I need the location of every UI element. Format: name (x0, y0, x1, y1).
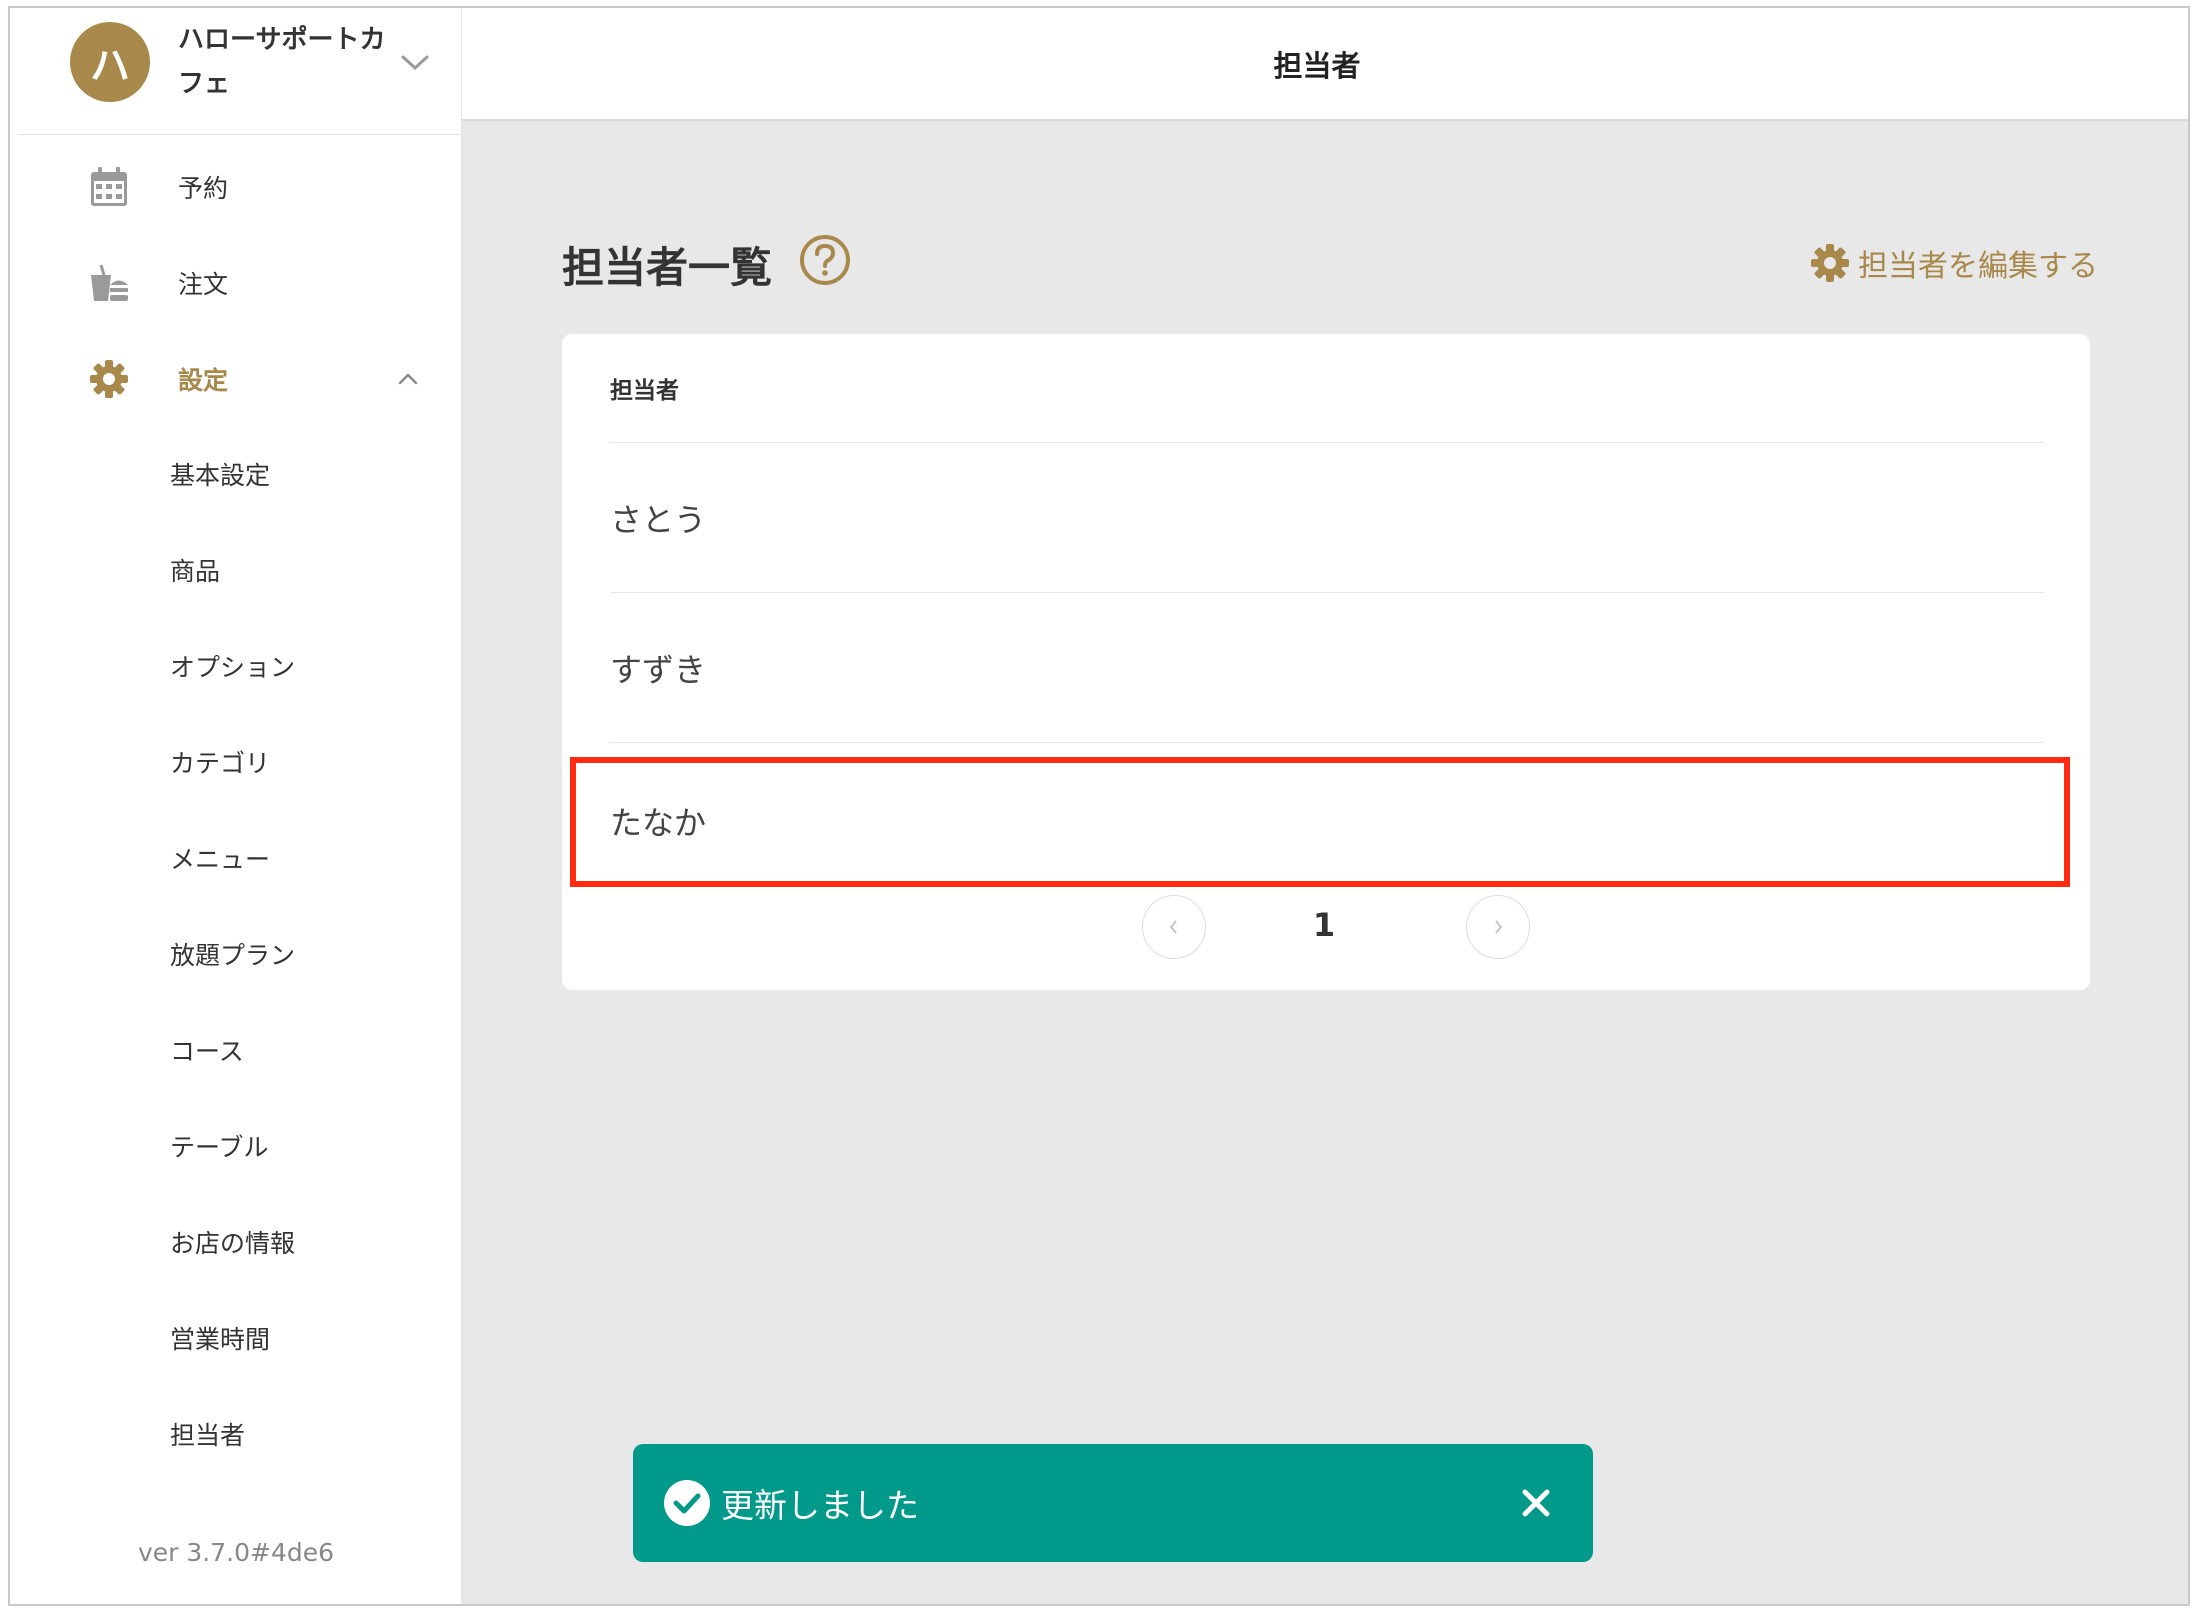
sidebar-item-label: 放題プラン (170, 941, 296, 970)
toast-message: 更新しました (721, 1486, 919, 1525)
check-circle-icon (664, 1480, 710, 1526)
sidebar-item-staff[interactable]: 担当者 (10, 1398, 462, 1470)
shop-name: ハローサポートカ フェ (178, 18, 408, 106)
header-title: 担当者 (1273, 48, 1361, 83)
page-title: 担当者一覧 (562, 243, 773, 292)
sidebar-item-label: 商品 (170, 557, 221, 586)
sidebar-item-label: 担当者 (170, 1421, 246, 1450)
help-icon[interactable] (798, 233, 852, 287)
chevron-down-icon[interactable] (398, 50, 432, 74)
edit-staff-label: 担当者を編集する (1858, 249, 2098, 284)
sidebar-item-options[interactable]: オプション (10, 630, 462, 702)
sidebar-item-shop-info[interactable]: お店の情報 (10, 1206, 462, 1278)
close-icon[interactable] (1519, 1486, 1553, 1520)
sidebar-item-business-hours[interactable]: 営業時間 (10, 1302, 462, 1374)
nav-item-order[interactable]: 注文 (10, 247, 462, 319)
table-row[interactable]: すずき (610, 593, 2044, 743)
shop-name-line1: ハローサポートカ (178, 25, 386, 55)
chevron-right-icon (1495, 920, 1503, 934)
nav-item-reservation[interactable]: 予約 (10, 151, 462, 223)
prev-page-button[interactable] (1142, 895, 1206, 959)
gear-icon (1811, 244, 1849, 282)
sidebar-item-tables[interactable]: テーブル (10, 1110, 462, 1182)
success-toast: 更新しました (633, 1444, 1593, 1562)
gear-icon (88, 358, 130, 400)
sidebar-item-label: 基本設定 (170, 461, 271, 490)
nav-label: 予約 (178, 174, 229, 203)
main-content: 担当者一覧 担当者を編集する 担当者 さとう すずき たなか 1 (462, 121, 2188, 1604)
staff-name: すずき (610, 650, 707, 689)
sidebar: ハ ハローサポートカ フェ 予約 注文 設定 基本設定 商品 オプション カテゴ… (10, 8, 462, 1604)
app-version: ver 3.7.0#4de6 (137, 1538, 335, 1567)
edit-staff-link[interactable]: 担当者を編集する (1810, 241, 2098, 285)
sidebar-item-menu[interactable]: メニュー (10, 822, 462, 894)
top-header: 担当者 (462, 8, 2188, 121)
nav-label: 設定 (178, 366, 229, 395)
sidebar-item-categories[interactable]: カテゴリ (10, 726, 462, 798)
sidebar-item-label: メニュー (170, 845, 271, 874)
calendar-icon (88, 166, 130, 208)
staff-name: さとう (610, 500, 707, 539)
sidebar-item-courses[interactable]: コース (10, 1014, 462, 1086)
drink-burger-icon (88, 262, 130, 304)
sidebar-item-label: カテゴリ (170, 749, 271, 778)
shop-switcher[interactable]: ハ ハローサポートカ フェ (18, 8, 462, 135)
staff-name: たなか (610, 804, 707, 842)
sidebar-item-label: お店の情報 (170, 1229, 296, 1258)
nav-item-settings[interactable]: 設定 (10, 343, 462, 415)
table-row[interactable]: たなか (610, 746, 2044, 896)
shop-avatar: ハ (70, 22, 150, 102)
chevron-left-icon (1169, 920, 1177, 934)
sidebar-item-label: オプション (170, 653, 296, 682)
next-page-button[interactable] (1466, 895, 1530, 959)
nav-label: 注文 (178, 270, 229, 299)
sidebar-item-label: 営業時間 (170, 1325, 271, 1354)
sidebar-item-label: テーブル (170, 1133, 269, 1162)
table-row[interactable]: さとう (610, 443, 2044, 593)
chevron-up-icon[interactable] (394, 369, 422, 389)
shop-name-line2: フェ (178, 69, 231, 99)
app-window: ハ ハローサポートカ フェ 予約 注文 設定 基本設定 商品 オプション カテゴ… (8, 6, 2190, 1606)
current-page[interactable]: 1 (1302, 906, 1346, 944)
avatar-letter: ハ (90, 43, 130, 89)
staff-table-card: 担当者 さとう すずき たなか 1 (562, 334, 2090, 990)
sidebar-item-basic-settings[interactable]: 基本設定 (10, 438, 462, 510)
sidebar-item-products[interactable]: 商品 (10, 534, 462, 606)
sidebar-item-all-you-can-plans[interactable]: 放題プラン (10, 918, 462, 990)
table-column-header: 担当者 (610, 334, 2044, 443)
sidebar-item-label: コース (170, 1037, 244, 1066)
